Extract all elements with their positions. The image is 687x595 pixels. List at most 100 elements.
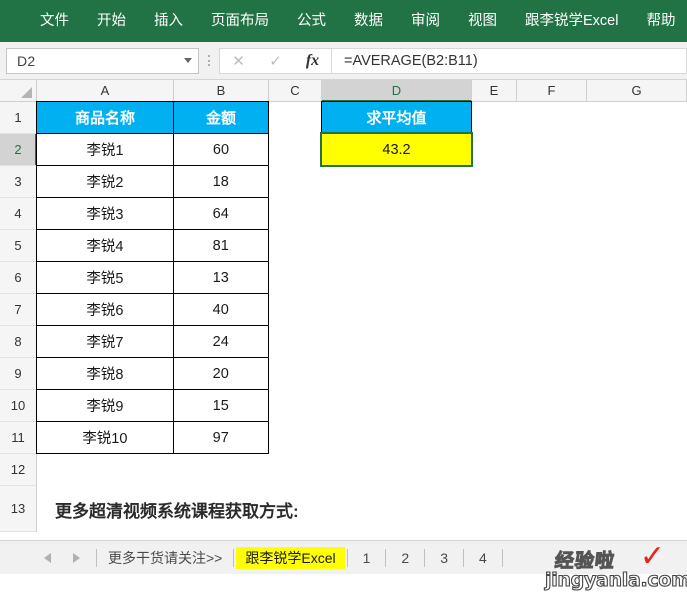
cell-a6[interactable]: 李锐5 (36, 261, 174, 294)
row-header-3[interactable]: 3 (0, 166, 37, 198)
cell-d6[interactable] (322, 262, 473, 294)
cell-g2[interactable] (587, 134, 687, 166)
cell-f9[interactable] (517, 358, 587, 390)
cell-f3[interactable] (517, 166, 587, 198)
cell-g12[interactable] (587, 454, 687, 486)
row-header-13[interactable]: 13 (0, 486, 37, 532)
cell-d4[interactable] (322, 198, 473, 230)
cell-c6[interactable] (269, 262, 322, 294)
cell-g8[interactable] (587, 326, 687, 358)
cell-b11[interactable]: 97 (172, 421, 269, 454)
cell-f2[interactable] (517, 134, 587, 166)
insert-function-icon[interactable]: fx (294, 49, 331, 73)
cell-a9[interactable]: 李锐8 (36, 357, 174, 390)
cell-a2[interactable]: 李锐1 (36, 133, 174, 166)
cell-c5[interactable] (269, 230, 322, 262)
cell-b10[interactable]: 15 (172, 389, 269, 422)
cell-b6[interactable]: 13 (172, 261, 269, 294)
cell-b3[interactable]: 18 (172, 165, 269, 198)
cell-a3[interactable]: 李锐2 (36, 165, 174, 198)
cell-a1[interactable]: 商品名称 (36, 101, 174, 134)
formula-input[interactable]: =AVERAGE(B2:B11) (331, 47, 687, 74)
cell-c9[interactable] (269, 358, 322, 390)
row-header-8[interactable]: 8 (0, 326, 37, 358)
cancel-x-icon[interactable]: ✕ (220, 49, 257, 73)
sheet-tab-1[interactable]: 1 (350, 547, 384, 569)
cell-d2-average-result[interactable]: 43.2 (320, 132, 473, 167)
cell-b1[interactable]: 金额 (173, 101, 269, 134)
select-all-corner[interactable] (0, 80, 37, 101)
cell-f4[interactable] (517, 198, 587, 230)
column-header-c[interactable]: C (269, 80, 322, 101)
cell-c11[interactable] (269, 422, 322, 454)
next-sheet-arrow-icon[interactable] (73, 552, 80, 563)
ribbon-tab-insert[interactable]: 插入 (140, 0, 197, 42)
row-header-9[interactable]: 9 (0, 358, 37, 390)
cell-g11[interactable] (587, 422, 687, 454)
cell-a8[interactable]: 李锐7 (36, 325, 174, 358)
row-header-10[interactable]: 10 (0, 390, 37, 422)
row-header-7[interactable]: 7 (0, 294, 37, 326)
ribbon-tab-file[interactable]: 文件 (26, 0, 83, 42)
cell-c2[interactable] (269, 134, 322, 166)
cell-g9[interactable] (587, 358, 687, 390)
cell-e8[interactable] (472, 326, 517, 358)
cell-d11[interactable] (322, 422, 473, 454)
row-header-11[interactable]: 11 (0, 422, 37, 454)
cell-b2[interactable]: 60 (173, 133, 269, 166)
cell-e10[interactable] (472, 390, 517, 422)
sheet-tab-promo[interactable]: 更多干货请关注>> (99, 547, 231, 569)
ribbon-tab-custom-excel[interactable]: 跟李锐学Excel (511, 0, 632, 42)
chevron-down-icon[interactable] (184, 58, 192, 63)
ribbon-tab-help[interactable]: 帮助 (632, 0, 687, 42)
cell-g10[interactable] (587, 390, 687, 422)
cell-b5[interactable]: 81 (172, 229, 269, 262)
cell-g6[interactable] (587, 262, 687, 294)
cell-c10[interactable] (269, 390, 322, 422)
cell-b9[interactable]: 20 (172, 357, 269, 390)
cell-d7[interactable] (322, 294, 473, 326)
cell-f6[interactable] (517, 262, 587, 294)
cell-c8[interactable] (269, 326, 322, 358)
cell-f10[interactable] (517, 390, 587, 422)
row-header-6[interactable]: 6 (0, 262, 37, 294)
cell-b7[interactable]: 40 (172, 293, 269, 326)
cell-e3[interactable] (472, 166, 517, 198)
cell-b8[interactable]: 24 (172, 325, 269, 358)
column-header-f[interactable]: F (517, 80, 587, 101)
cell-e4[interactable] (472, 198, 517, 230)
ribbon-tab-data[interactable]: 数据 (340, 0, 397, 42)
prev-sheet-arrow-icon[interactable] (44, 552, 51, 563)
cell-a13-note[interactable]: 更多超清视频系统课程获取方式: (37, 486, 649, 532)
cell-c1[interactable] (269, 102, 322, 134)
cell-e6[interactable] (472, 262, 517, 294)
cell-c12[interactable] (270, 454, 323, 486)
cell-e12[interactable] (473, 454, 518, 486)
column-header-d[interactable]: D (322, 80, 472, 102)
row-header-4[interactable]: 4 (0, 198, 37, 230)
row-header-2[interactable]: 2 (0, 134, 37, 166)
cell-d12[interactable] (323, 454, 473, 486)
cell-g5[interactable] (587, 230, 687, 262)
cell-f1[interactable] (517, 102, 587, 134)
column-header-g[interactable]: G (587, 80, 687, 101)
cell-d9[interactable] (322, 358, 473, 390)
ribbon-tab-page-layout[interactable]: 页面布局 (197, 0, 283, 42)
cell-d3[interactable] (322, 166, 473, 198)
cell-d5[interactable] (322, 230, 473, 262)
sheet-tab-active[interactable]: 跟李锐学Excel (236, 546, 345, 569)
cell-f5[interactable] (517, 230, 587, 262)
row-header-1[interactable]: 1 (0, 102, 37, 134)
cell-e7[interactable] (472, 294, 517, 326)
confirm-check-icon[interactable]: ✓ (257, 49, 294, 73)
cell-e2[interactable] (472, 134, 517, 166)
ribbon-tab-view[interactable]: 视图 (454, 0, 511, 42)
cell-a12[interactable] (37, 454, 174, 486)
sheet-tab-2[interactable]: 2 (388, 547, 422, 569)
ribbon-tab-review[interactable]: 审阅 (397, 0, 454, 42)
cell-c3[interactable] (269, 166, 322, 198)
cell-a11[interactable]: 李锐10 (36, 421, 174, 454)
cell-b12[interactable] (174, 454, 270, 486)
cell-c4[interactable] (269, 198, 322, 230)
ribbon-tab-home[interactable]: 开始 (83, 0, 140, 42)
